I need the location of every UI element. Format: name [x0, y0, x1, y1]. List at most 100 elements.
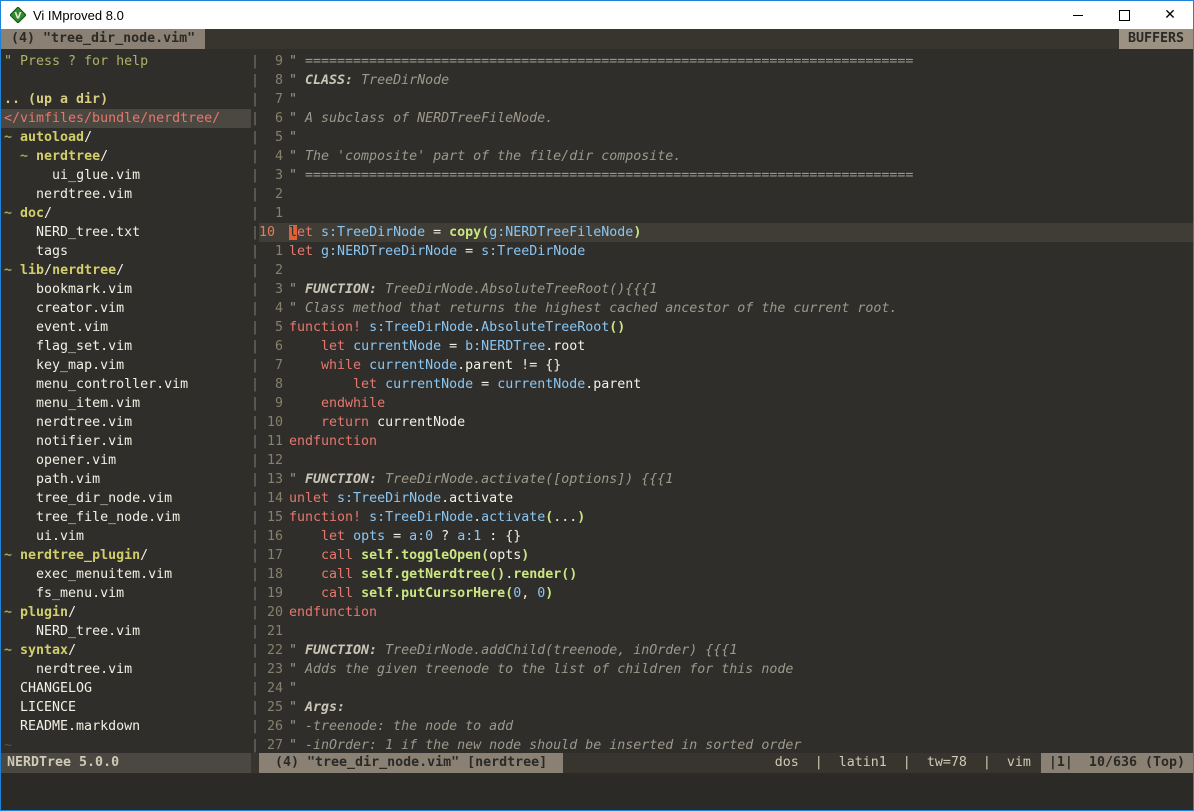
editor-line-17[interactable]: 7 while currentNode.parent != {} — [259, 356, 1193, 375]
editor-line-3[interactable]: 7" — [259, 90, 1193, 109]
editor-line-5[interactable]: 5" — [259, 128, 1193, 147]
separator-bar: | — [251, 679, 259, 698]
tree-item-8[interactable]: nerdtree.vim — [1, 185, 251, 204]
nerdtree-panel[interactable]: " Press ? for help .. (up a dir)</vimfile… — [1, 49, 251, 753]
editor-line-1[interactable]: 9" =====================================… — [259, 52, 1193, 71]
editor-line-29[interactable]: 19 call self.putCursorHere(0, 0) — [259, 584, 1193, 603]
tree-item-30[interactable]: ~ plugin/ — [1, 603, 251, 622]
editor-line-37[interactable]: 27" -inOrder: 1 if the new node should b… — [259, 736, 1193, 753]
editor-line-30[interactable]: 20endfunction — [259, 603, 1193, 622]
editor-line-7[interactable]: 3" =====================================… — [259, 166, 1193, 185]
editor-line-19[interactable]: 9 endwhile — [259, 394, 1193, 413]
window-separator[interactable]: ||||||||||||||||||||||||||||||||||||| — [251, 49, 259, 753]
vim-logo-icon: V — [10, 7, 26, 23]
editor-line-23[interactable]: 13" FUNCTION: TreeDirNode.activate([opti… — [259, 470, 1193, 489]
tree-item-13[interactable]: bookmark.vim — [1, 280, 251, 299]
editor-line-24[interactable]: 14unlet s:TreeDirNode.activate — [259, 489, 1193, 508]
tree-item-29[interactable]: fs_menu.vim — [1, 584, 251, 603]
editor-line-31[interactable]: 21 — [259, 622, 1193, 641]
editor-line-20[interactable]: 10 return currentNode — [259, 413, 1193, 432]
editor-line-8[interactable]: 2 — [259, 185, 1193, 204]
buffers-label: BUFFERS — [1119, 29, 1193, 49]
tree-item-6[interactable]: ~ nerdtree/ — [1, 147, 251, 166]
line-number: 20 — [259, 603, 283, 622]
editor-line-11[interactable]: 1let g:NERDTreeDirNode = s:TreeDirNode — [259, 242, 1193, 261]
tree-item-28[interactable]: exec_menuitem.vim — [1, 565, 251, 584]
token: " — [289, 73, 305, 88]
editor-line-14[interactable]: 4" Class method that returns the highest… — [259, 299, 1193, 318]
editor-line-22[interactable]: 12 — [259, 451, 1193, 470]
editor-line-16[interactable]: 6 let currentNode = b:NERDTree.root — [259, 337, 1193, 356]
editor-line-27[interactable]: 17 call self.toggleOpen(opts) — [259, 546, 1193, 565]
tree-item-34[interactable]: CHANGELOG — [1, 679, 251, 698]
code-editor-panel[interactable]: 9" =====================================… — [259, 49, 1193, 753]
tree-item-23[interactable]: path.vim — [1, 470, 251, 489]
maximize-button[interactable] — [1101, 1, 1147, 29]
tree-item-26[interactable]: ui.vim — [1, 527, 251, 546]
tree-item-2[interactable] — [1, 71, 251, 90]
editor-line-32[interactable]: 22" FUNCTION: TreeDirNode.addChild(treen… — [259, 641, 1193, 660]
tree-item-20[interactable]: nerdtree.vim — [1, 413, 251, 432]
tree-item-35[interactable]: LICENCE — [1, 698, 251, 717]
token: / — [140, 548, 148, 563]
editor-line-36[interactable]: 26" -treenode: the node to add — [259, 717, 1193, 736]
editor-line-35[interactable]: 25" Args: — [259, 698, 1193, 717]
editor-line-28[interactable]: 18 call self.getNerdtree().render() — [259, 565, 1193, 584]
minimize-button[interactable] — [1055, 1, 1101, 29]
command-line[interactable] — [1, 773, 1193, 810]
tree-item-22[interactable]: opener.vim — [1, 451, 251, 470]
tree-item-27[interactable]: ~ nerdtree_plugin/ — [1, 546, 251, 565]
tree-item-36[interactable]: README.markdown — [1, 717, 251, 736]
editor-line-9[interactable]: 1 — [259, 204, 1193, 223]
token: ~ — [4, 643, 20, 658]
editor-line-26[interactable]: 16 let opts = a:0 ? a:1 : {} — [259, 527, 1193, 546]
tree-item-3[interactable]: .. (up a dir) — [1, 90, 251, 109]
token: self.getNerdtree — [361, 567, 489, 582]
token: nerdtree.vim — [36, 187, 132, 202]
editor-line-6[interactable]: 4" The 'composite' part of the file/dir … — [259, 147, 1193, 166]
separator-bar: | — [251, 489, 259, 508]
editor-line-33[interactable]: 23" Adds the given treenode to the list … — [259, 660, 1193, 679]
tree-item-1[interactable]: " Press ? for help — [1, 52, 251, 71]
line-number: 14 — [259, 489, 283, 508]
editor-line-10[interactable]: 10let s:TreeDirNode = copy(g:NERDTreeFil… — [259, 223, 1193, 242]
tree-item-4[interactable]: </vimfiles/bundle/nerdtree/ — [1, 109, 251, 128]
tree-item-18[interactable]: menu_controller.vim — [1, 375, 251, 394]
tree-item-9[interactable]: ~ doc/ — [1, 204, 251, 223]
tree-item-21[interactable]: notifier.vim — [1, 432, 251, 451]
token: / — [100, 149, 108, 164]
token: g:NERDTreeDirNode — [321, 244, 457, 259]
tree-item-17[interactable]: key_map.vim — [1, 356, 251, 375]
editor-line-34[interactable]: 24" — [259, 679, 1193, 698]
token: LICENCE — [20, 700, 76, 715]
token: ~ — [4, 263, 20, 278]
separator-bar: | — [251, 90, 259, 109]
editor-line-15[interactable]: 5function! s:TreeDirNode.AbsoluteTreeRoo… — [259, 318, 1193, 337]
editor-line-18[interactable]: 8 let currentNode = currentNode.parent — [259, 375, 1193, 394]
editor-line-25[interactable]: 15function! s:TreeDirNode.activate(...) — [259, 508, 1193, 527]
tree-item-11[interactable]: tags — [1, 242, 251, 261]
tree-item-24[interactable]: tree_dir_node.vim — [1, 489, 251, 508]
close-button[interactable]: ✕ — [1147, 1, 1193, 29]
tree-item-12[interactable]: ~ lib/nerdtree/ — [1, 261, 251, 280]
editor-line-13[interactable]: 3" FUNCTION: TreeDirNode.AbsoluteTreeRoo… — [259, 280, 1193, 299]
tree-item-5[interactable]: ~ autoload/ — [1, 128, 251, 147]
token: " — [289, 130, 297, 145]
tree-item-19[interactable]: menu_item.vim — [1, 394, 251, 413]
tree-item-25[interactable]: tree_file_node.vim — [1, 508, 251, 527]
editor-line-12[interactable]: 2 — [259, 261, 1193, 280]
editor-line-4[interactable]: 6" A subclass of NERDTreeFileNode. — [259, 109, 1193, 128]
tree-item-7[interactable]: ui_glue.vim — [1, 166, 251, 185]
tree-item-37[interactable]: ~ — [1, 736, 251, 753]
editor-line-2[interactable]: 8" CLASS: TreeDirNode — [259, 71, 1193, 90]
tree-item-15[interactable]: event.vim — [1, 318, 251, 337]
tree-item-31[interactable]: NERD_tree.vim — [1, 622, 251, 641]
tree-item-16[interactable]: flag_set.vim — [1, 337, 251, 356]
tree-item-33[interactable]: nerdtree.vim — [1, 660, 251, 679]
tree-item-14[interactable]: creator.vim — [1, 299, 251, 318]
tree-item-10[interactable]: NERD_tree.txt — [1, 223, 251, 242]
token: menu_controller.vim — [36, 377, 188, 392]
tab-tree-dir-node[interactable]: (4) "tree_dir_node.vim" — [1, 29, 205, 49]
editor-line-21[interactable]: 11endfunction — [259, 432, 1193, 451]
tree-item-32[interactable]: ~ syntax/ — [1, 641, 251, 660]
